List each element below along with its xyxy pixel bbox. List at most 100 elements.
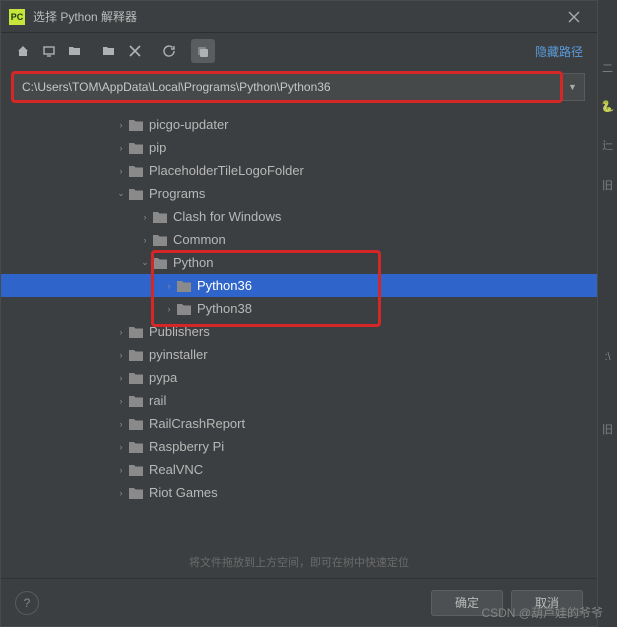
tree-node[interactable]: › Python38 [1,297,597,320]
history-dropdown[interactable]: ▼ [561,73,585,101]
tree-node-label: Raspberry Pi [149,439,224,454]
chevron-down-icon[interactable]: ⌄ [137,257,153,268]
folder-module-icon [102,44,116,58]
chevron-right-icon[interactable]: › [113,488,129,498]
interpreter-dialog: PC 选择 Python 解释器 隐藏路径 ▼ ›picgo-updater›p… [0,0,598,627]
chevron-right-icon[interactable]: › [161,304,177,314]
toolbar: 隐藏路径 [1,33,597,69]
folder-icon [129,395,143,407]
tree-node[interactable]: › Python36 [1,274,597,297]
tree-node-label: Riot Games [149,485,218,500]
tree-node[interactable]: › Publishers [1,320,597,343]
desktop-button[interactable] [37,39,61,63]
pycharm-icon: PC [9,9,25,25]
folder-icon [129,418,143,430]
chevron-right-icon[interactable]: › [113,143,129,153]
tree-node[interactable]: › RailCrashReport [1,412,597,435]
folder-icon [129,165,143,177]
tree-node[interactable]: › PlaceholderTileLogoFolder [1,159,597,182]
side-glyph: 二 [602,60,613,76]
tree-node-label: Common [173,232,226,247]
home-icon [16,44,30,58]
folder-icon [129,349,143,361]
tree-node-label: picgo-updater [149,117,229,132]
chevron-right-icon[interactable]: › [137,212,153,222]
side-glyph: 🐍 [601,100,615,113]
folder-icon [177,303,191,315]
desktop-icon [42,44,56,58]
tree-node-label: Python38 [197,301,252,316]
module-button[interactable] [97,39,121,63]
drop-hint: 将文件拖放到上方空间，即可在树中快速定位 [1,550,597,578]
chevron-down-icon: ▼ [568,82,577,92]
dialog-title: 选择 Python 解释器 [33,8,559,25]
file-tree[interactable]: ›picgo-updater›pip›PlaceholderTileLogoFo… [1,109,597,550]
tree-node-label: pyinstaller [149,347,208,362]
tree-node[interactable]: ›pypa [1,366,597,389]
chevron-down-icon[interactable]: ⌄ [113,188,129,199]
folder-icon [153,257,167,269]
refresh-button[interactable] [157,39,181,63]
close-button[interactable] [559,2,589,32]
tree-node[interactable]: ›RealVNC [1,458,597,481]
chevron-right-icon[interactable]: › [113,350,129,360]
folder-icon [129,188,143,200]
delete-icon [129,45,141,57]
chevron-right-icon[interactable]: › [113,327,129,337]
help-button[interactable]: ? [15,591,39,615]
titlebar: PC 选择 Python 解释器 [1,1,597,33]
tree-node-label: Publishers [149,324,210,339]
tree-node[interactable]: › Clash for Windows [1,205,597,228]
chevron-right-icon[interactable]: › [113,465,129,475]
folder-icon [129,119,143,131]
chevron-right-icon[interactable]: › [113,166,129,176]
eye-icon [196,44,210,58]
chevron-right-icon[interactable]: › [113,373,129,383]
chevron-right-icon[interactable]: › [113,442,129,452]
tree-node[interactable]: › picgo-updater [1,113,597,136]
tree-node[interactable]: › pyinstaller [1,343,597,366]
folder-icon [129,441,143,453]
folder-icon [153,211,167,223]
folder-icon [129,464,143,476]
footer: ? 确定 取消 [1,578,597,626]
tree-node-label: RailCrashReport [149,416,245,431]
chevron-right-icon[interactable]: › [161,281,177,291]
tree-node[interactable]: ⌄ Python [1,251,597,274]
tree-node-label: PlaceholderTileLogoFolder [149,163,304,178]
folder-icon [153,234,167,246]
refresh-icon [162,44,176,58]
tree-node-label: Python36 [197,278,252,293]
tree-node[interactable]: ⌄ Programs [1,182,597,205]
chevron-right-icon[interactable]: › [113,396,129,406]
side-glyph: :\ [604,351,610,363]
tree-node[interactable]: › Riot Games [1,481,597,504]
tree-node-label: rail [149,393,166,408]
tree-node-label: Clash for Windows [173,209,281,224]
chevron-right-icon[interactable]: › [113,419,129,429]
chevron-right-icon[interactable]: › [113,120,129,130]
home-button[interactable] [11,39,35,63]
tree-node-label: Programs [149,186,205,201]
cancel-button[interactable]: 取消 [511,590,583,616]
ok-button[interactable]: 确定 [431,590,503,616]
tree-node[interactable]: ›pip [1,136,597,159]
path-input[interactable] [13,73,561,101]
path-row: ▼ [1,69,597,109]
close-icon [568,11,580,23]
folder-icon [129,487,143,499]
side-glyph: 辷 [602,137,613,153]
show-hidden-button[interactable] [191,39,215,63]
new-folder-button[interactable] [63,39,87,63]
delete-button[interactable] [123,39,147,63]
side-glyph: 旧 [602,177,613,193]
tree-node-label: Python [173,255,213,270]
side-strip: 二 🐍 辷 旧 :\ 旧 [598,0,617,627]
hide-path-link[interactable]: 隐藏路径 [535,43,587,60]
tree-node[interactable]: › rail [1,389,597,412]
folder-plus-icon [68,44,82,58]
folder-icon [129,372,143,384]
chevron-right-icon[interactable]: › [137,235,153,245]
tree-node[interactable]: › Common [1,228,597,251]
tree-node[interactable]: › Raspberry Pi [1,435,597,458]
